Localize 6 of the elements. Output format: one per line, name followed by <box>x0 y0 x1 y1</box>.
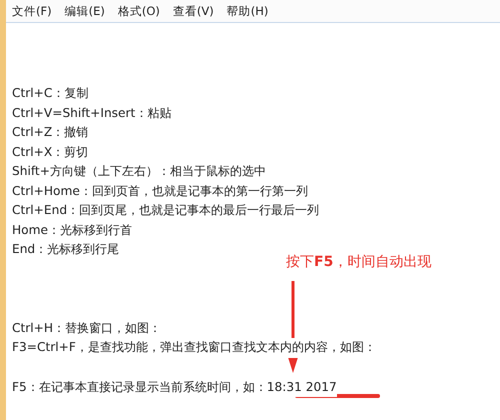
annotation-text: 按下F5，时间自动出现 <box>286 253 432 271</box>
menu-item[interactable]: 格式(O) <box>118 3 160 19</box>
menu-item[interactable]: 编辑(E) <box>64 3 105 19</box>
menu-item[interactable]: 文件(F) <box>12 3 52 19</box>
menu-item[interactable]: 查看(V) <box>172 3 214 19</box>
menu-item[interactable]: 帮助(H) <box>226 3 268 19</box>
